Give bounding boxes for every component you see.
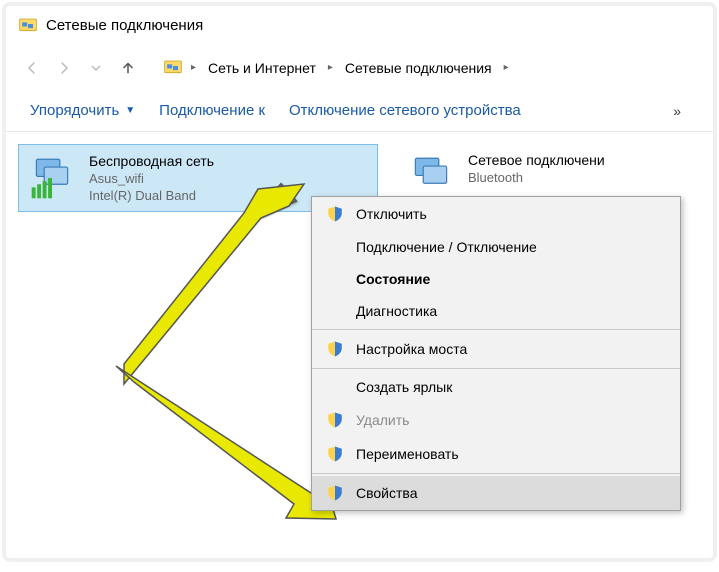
shield-icon (326, 411, 344, 429)
menu-item-rename[interactable]: Переименовать (312, 437, 680, 471)
chevron-down-icon: ▼ (125, 105, 135, 116)
menu-item-disable[interactable]: Отключить (312, 197, 680, 231)
adapter-name: Сетевое подключени (468, 152, 605, 168)
chevron-right-icon: ▸ (328, 62, 333, 73)
window-title: Сетевые подключения (46, 17, 203, 34)
adapter-sub: Bluetooth (468, 170, 605, 185)
explorer-window: Сетевые подключения ▸ Сеть и Интернет ▸ … (2, 2, 717, 562)
connect-to-label: Подключение к (159, 102, 265, 119)
recent-locations-button[interactable] (82, 54, 110, 82)
menu-item-delete[interactable]: Удалить (312, 403, 680, 437)
titlebar: Сетевые подключения (6, 6, 713, 45)
menu-label: Свойства (356, 485, 417, 501)
shield-icon (326, 445, 344, 463)
breadcrumb-item-network[interactable]: Сеть и Интернет (204, 58, 320, 78)
up-button[interactable] (114, 54, 142, 82)
navigation-bar: ▸ Сеть и Интернет ▸ Сетевые подключения … (6, 45, 713, 90)
back-button[interactable] (18, 54, 46, 82)
network-folder-icon (163, 56, 183, 79)
menu-separator (312, 473, 680, 474)
disable-device-button[interactable]: Отключение сетевого устройства (289, 102, 521, 119)
breadcrumb-item-connections[interactable]: Сетевые подключения (341, 58, 496, 78)
connect-to-button[interactable]: Подключение к (159, 102, 265, 119)
menu-label: Подключение / Отключение (356, 239, 537, 255)
shield-icon (326, 484, 344, 502)
forward-button[interactable] (50, 54, 78, 82)
shield-icon (326, 340, 344, 358)
adapter-info: Беспроводная сеть Asus_wifi Intel(R) Dua… (89, 153, 214, 203)
disable-device-label: Отключение сетевого устройства (289, 102, 521, 119)
menu-label: Диагностика (356, 303, 437, 319)
organize-label: Упорядочить (30, 102, 119, 119)
adapter-icon (27, 153, 77, 203)
menu-separator (312, 329, 680, 330)
menu-item-status[interactable]: Состояние (312, 263, 680, 295)
breadcrumb[interactable]: ▸ Сеть и Интернет ▸ Сетевые подключения … (154, 51, 701, 84)
shield-icon (326, 205, 344, 223)
menu-separator (312, 368, 680, 369)
menu-item-connect-disconnect[interactable]: Подключение / Отключение (312, 231, 680, 263)
overflow-button[interactable]: » (665, 103, 689, 119)
menu-item-shortcut[interactable]: Создать ярлык (312, 371, 680, 403)
menu-item-bridge[interactable]: Настройка моста (312, 332, 680, 366)
menu-label: Переименовать (356, 446, 459, 462)
adapter-driver: Intel(R) Dual Band (89, 188, 214, 203)
menu-label: Удалить (356, 412, 409, 428)
organize-menu[interactable]: Упорядочить ▼ (30, 102, 135, 119)
chevron-right-icon: ▸ (504, 62, 509, 73)
adapter-name: Беспроводная сеть (89, 153, 214, 169)
menu-label: Состояние (356, 271, 430, 287)
menu-item-properties[interactable]: Свойства (312, 476, 680, 510)
command-bar: Упорядочить ▼ Подключение к Отключение с… (6, 90, 713, 132)
context-menu: Отключить Подключение / Отключение Состо… (311, 196, 681, 511)
adapter-ssid: Asus_wifi (89, 171, 214, 186)
menu-label: Отключить (356, 206, 427, 222)
adapter-icon (406, 152, 456, 202)
chevron-right-icon: ▸ (191, 62, 196, 73)
menu-item-diagnose[interactable]: Диагностика (312, 295, 680, 327)
network-folder-icon (18, 14, 38, 37)
menu-label: Создать ярлык (356, 379, 452, 395)
menu-label: Настройка моста (356, 341, 467, 357)
